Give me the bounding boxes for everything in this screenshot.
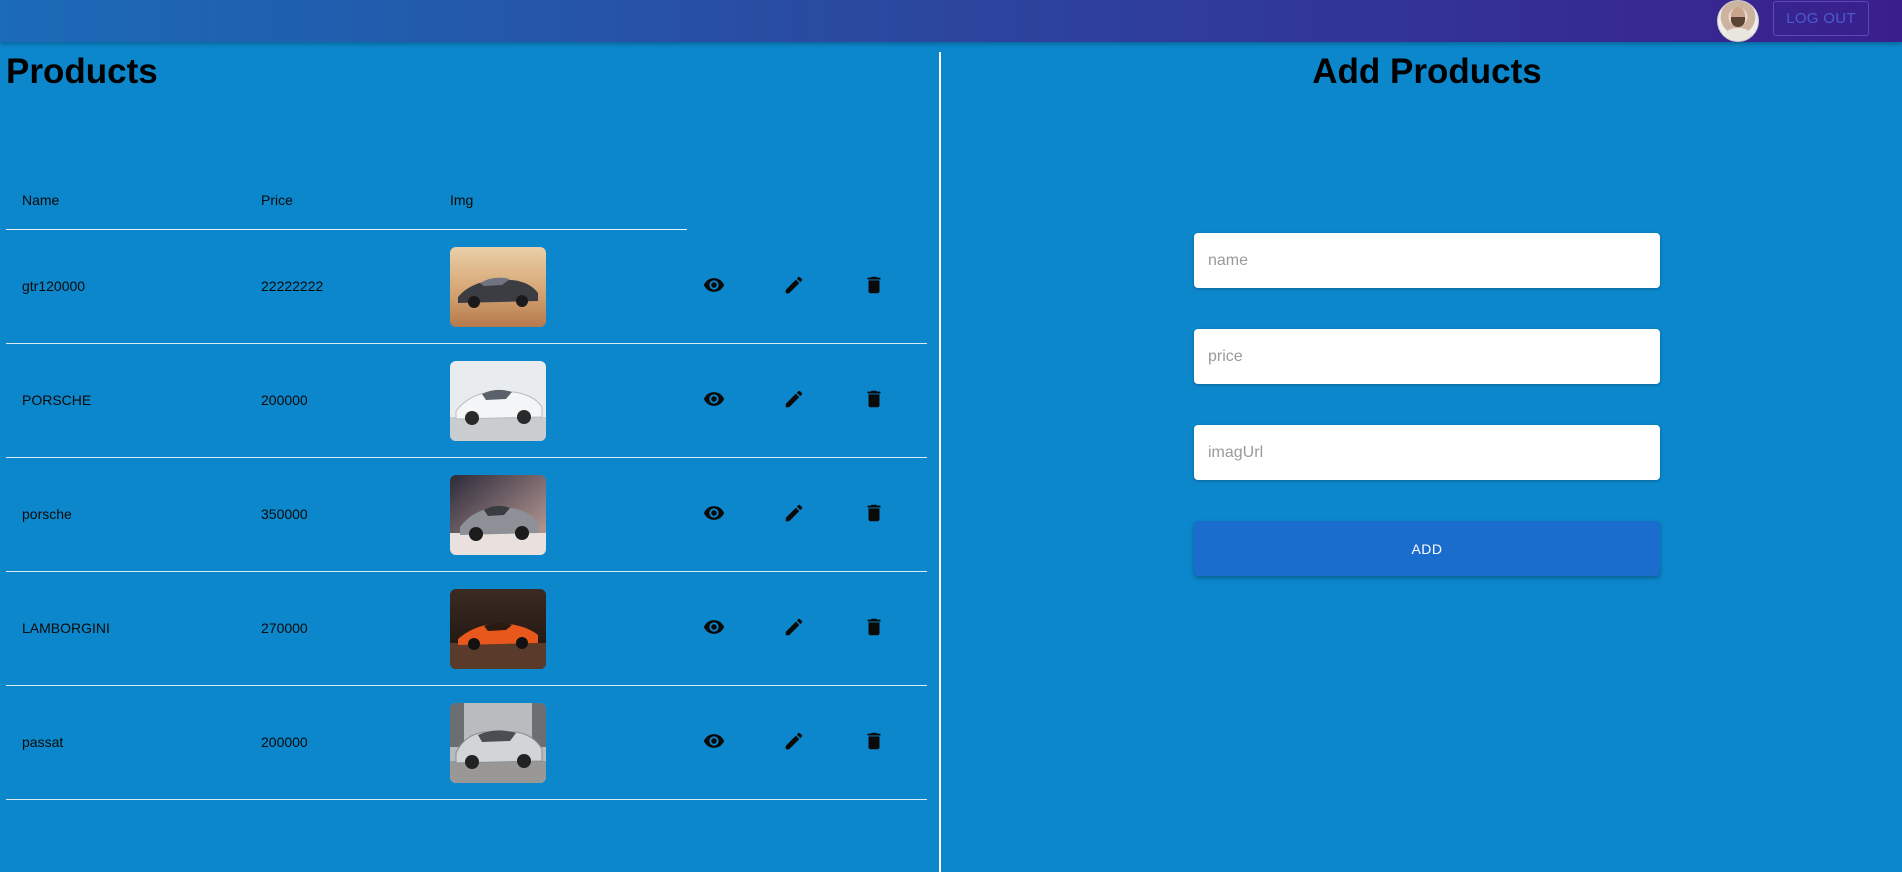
product-image [450, 361, 546, 441]
trash-icon [863, 388, 885, 415]
edit-button[interactable] [780, 501, 808, 529]
product-price: 22222222 [261, 278, 324, 294]
eye-icon [703, 616, 725, 643]
table-row: LAMBORGINI 270000 [6, 572, 927, 686]
edit-button[interactable] [780, 615, 808, 643]
delete-button[interactable] [860, 729, 888, 757]
pencil-icon [783, 616, 805, 643]
trash-icon [863, 730, 885, 757]
table-row: gtr120000 22222222 [6, 230, 927, 344]
product-name: LAMBORGINI [22, 620, 110, 636]
product-name: gtr120000 [22, 278, 86, 294]
product-image [450, 247, 546, 327]
pencil-icon [783, 502, 805, 529]
delete-button[interactable] [860, 273, 888, 301]
pencil-icon [783, 730, 805, 757]
view-button[interactable] [700, 501, 728, 529]
column-header-img: Img [450, 192, 474, 208]
product-image [450, 703, 546, 783]
eye-icon [703, 502, 725, 529]
name-input[interactable] [1194, 233, 1660, 288]
image-url-input[interactable] [1194, 425, 1660, 480]
product-name: passat [22, 734, 64, 750]
view-button[interactable] [700, 729, 728, 757]
eye-icon [703, 730, 725, 757]
table-row: passat 200000 [6, 686, 927, 800]
column-header-name: Name [22, 192, 60, 208]
app-bar: LOG OUT [0, 0, 1902, 42]
edit-button[interactable] [780, 387, 808, 415]
table-row: PORSCHE 200000 [6, 344, 927, 458]
add-products-panel: Add Products ADD [941, 42, 1902, 872]
view-button[interactable] [700, 387, 728, 415]
products-panel: Products Name Price Img gtr120000 2222222… [6, 42, 927, 872]
product-price: 270000 [261, 620, 308, 636]
view-button[interactable] [700, 273, 728, 301]
eye-icon [703, 274, 725, 301]
trash-icon [863, 616, 885, 643]
table-row: porsche 350000 [6, 458, 927, 572]
price-input[interactable] [1194, 329, 1660, 384]
column-header-price: Price [261, 192, 293, 208]
trash-icon [863, 274, 885, 301]
edit-button[interactable] [780, 729, 808, 757]
product-image [450, 589, 546, 669]
table-header: Name Price Img [6, 150, 927, 230]
product-price: 350000 [261, 506, 308, 522]
pencil-icon [783, 274, 805, 301]
product-name: PORSCHE [22, 392, 92, 408]
logout-button[interactable]: LOG OUT [1773, 1, 1869, 36]
pencil-icon [783, 388, 805, 415]
eye-icon [703, 388, 725, 415]
products-table: Name Price Img gtr120000 22222222 PORSCHE 2… [6, 150, 927, 800]
delete-button[interactable] [860, 615, 888, 643]
delete-button[interactable] [860, 387, 888, 415]
add-button[interactable]: ADD [1194, 521, 1660, 576]
product-price: 200000 [261, 392, 308, 408]
edit-button[interactable] [780, 273, 808, 301]
add-products-title: Add Products [1312, 52, 1542, 91]
trash-icon [863, 502, 885, 529]
view-button[interactable] [700, 615, 728, 643]
delete-button[interactable] [860, 501, 888, 529]
product-price: 200000 [261, 734, 308, 750]
user-avatar[interactable] [1717, 0, 1759, 42]
product-name: porsche [22, 506, 72, 522]
products-title: Products [6, 52, 158, 91]
product-image [450, 475, 546, 555]
